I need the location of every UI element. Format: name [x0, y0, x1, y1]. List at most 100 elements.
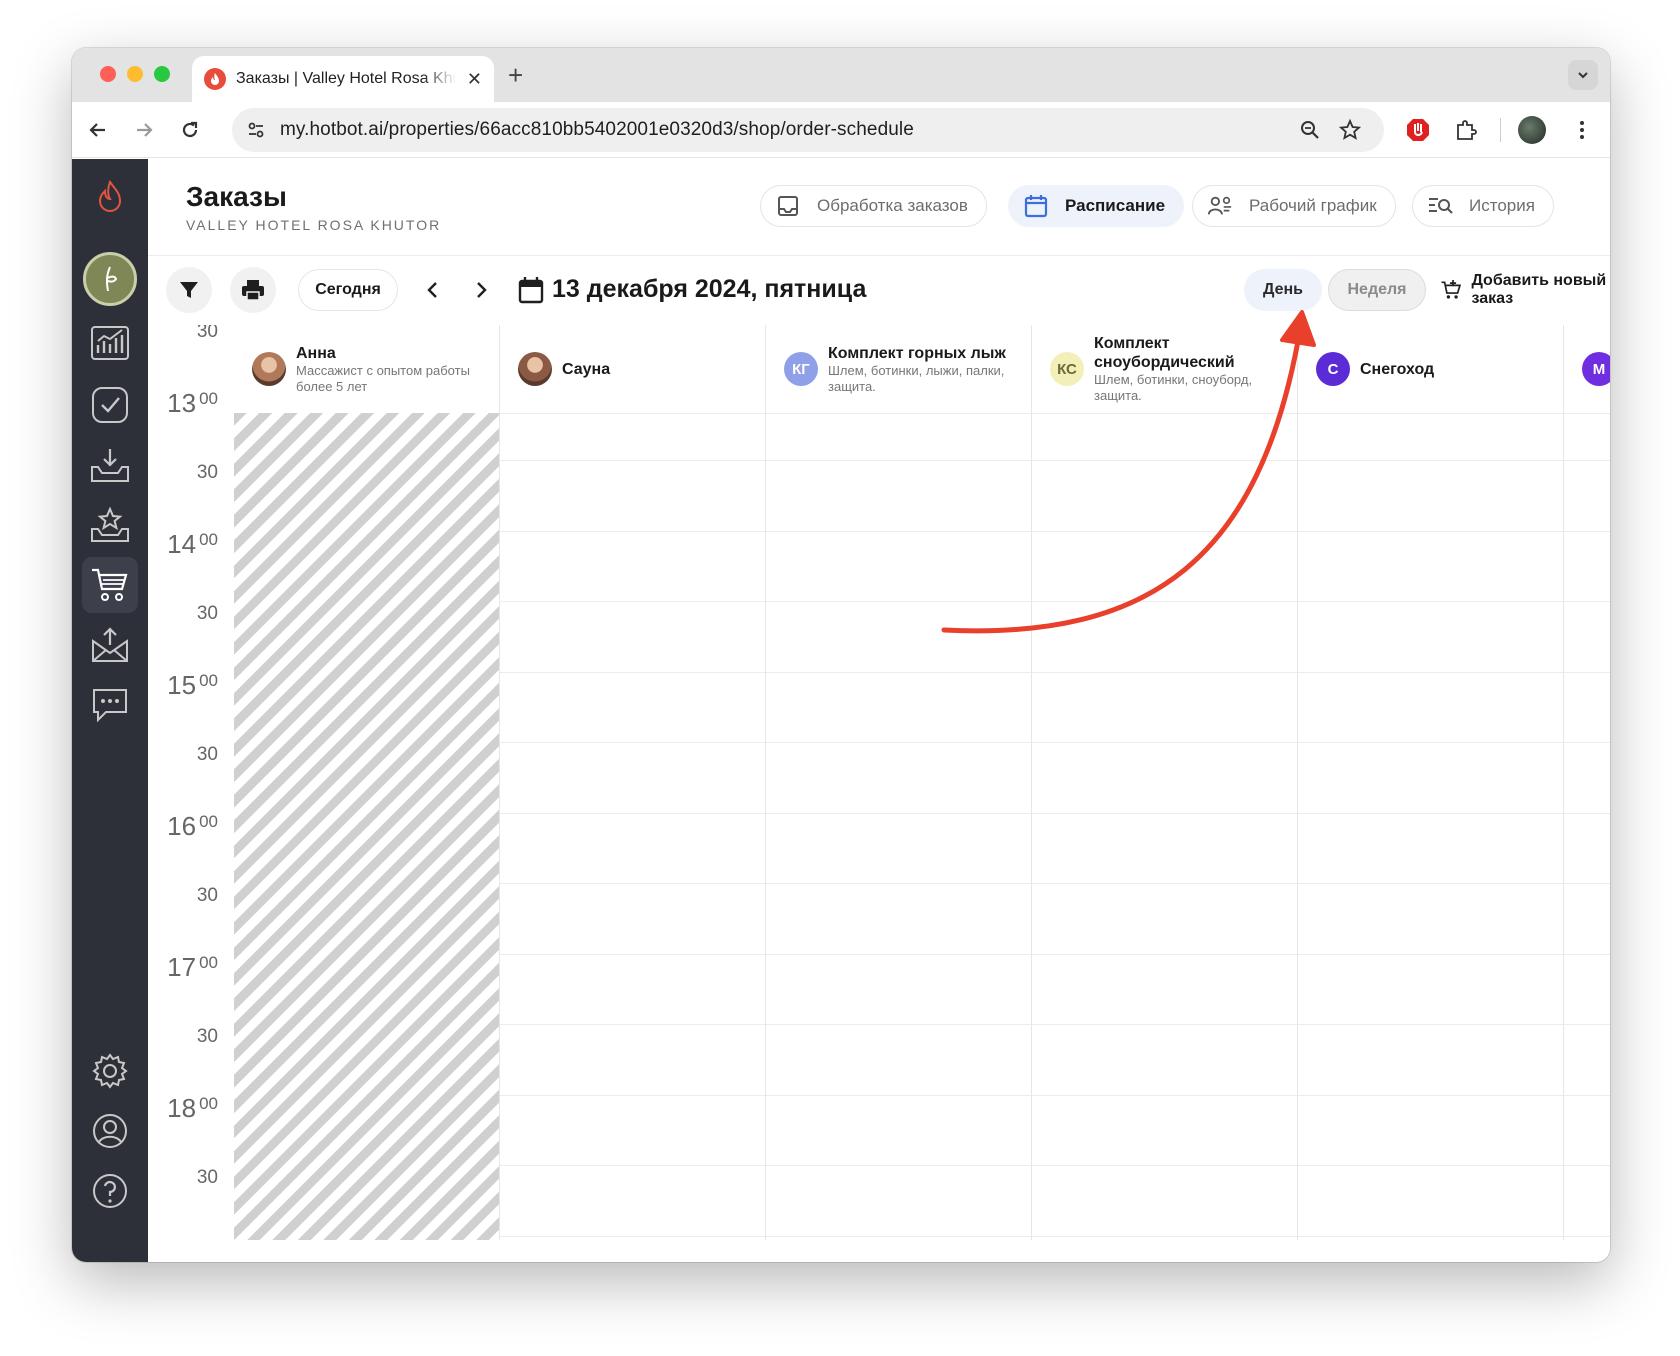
mail-upload-icon[interactable]: [82, 617, 138, 673]
resource-name: Сауна: [562, 360, 611, 378]
new-tab-plus-icon[interactable]: +: [508, 60, 523, 91]
resource-column[interactable]: Анна Массажист с опытом работы более 5 ле…: [234, 325, 500, 1240]
profile-avatar-icon[interactable]: [1516, 114, 1548, 146]
view-day-button[interactable]: День: [1244, 269, 1322, 311]
back-arrow-icon[interactable]: [82, 114, 114, 146]
analytics-icon[interactable]: [82, 315, 138, 371]
browser-toolbar: my.hotbot.ai/properties/66acc810bb540200…: [72, 102, 1610, 158]
minimize-window-button[interactable]: [127, 66, 143, 82]
property-avatar-icon[interactable]: [82, 251, 138, 307]
grid-line: [766, 413, 1031, 414]
tab-order-processing[interactable]: Обработка заказов: [760, 185, 987, 227]
resource-header[interactable]: Сауна: [500, 325, 765, 413]
time-minutes: 00: [199, 952, 218, 972]
time-label: 15 00: [148, 670, 218, 701]
reload-icon[interactable]: [174, 114, 206, 146]
grid-line: [500, 1024, 765, 1025]
time-label: 30: [196, 744, 218, 765]
grid-line: [1298, 1165, 1563, 1166]
bookmark-star-icon[interactable]: [1338, 118, 1362, 142]
browser-tabstrip: Заказы | Valley Hotel Rosa Khutor ✕ +: [72, 48, 1610, 102]
time-hour: 18: [167, 1092, 197, 1123]
adblock-extension-icon[interactable]: [1402, 114, 1434, 146]
resource-header[interactable]: КС Комплект сноубордический Шлем, ботинки,…: [1032, 325, 1297, 413]
grid-line: [1564, 1024, 1610, 1025]
address-bar[interactable]: my.hotbot.ai/properties/66acc810bb540200…: [232, 108, 1384, 152]
view-week-button[interactable]: Неделя: [1328, 269, 1426, 311]
grid-line: [1564, 1094, 1610, 1096]
resource-avatar: М: [1582, 352, 1610, 386]
grid-line: [766, 1235, 1031, 1237]
sidebar: [72, 159, 148, 1262]
resource-name: Анна: [296, 344, 336, 362]
resource-header[interactable]: КГ Комплект горных лыж Шлем, ботинки, лыжи…: [766, 325, 1031, 413]
tab-label: Обработка заказов: [817, 196, 968, 215]
tab-schedule[interactable]: Расписание: [1008, 185, 1185, 227]
today-button[interactable]: Сегодня: [298, 269, 398, 311]
prev-day-chevron-icon[interactable]: [418, 275, 448, 305]
grid-line: [1032, 1165, 1297, 1166]
date-picker-calendar-icon[interactable]: [516, 275, 546, 305]
grid-line: [766, 1094, 1031, 1096]
grid-line: [500, 460, 765, 461]
chat-icon[interactable]: [82, 677, 138, 733]
resource-header[interactable]: М: [1564, 325, 1610, 413]
flame-logo-icon[interactable]: [82, 169, 138, 225]
grid-line: [1564, 601, 1610, 602]
grid-line: [500, 742, 765, 743]
browser-tab-title: Заказы | Valley Hotel Rosa Khutor: [236, 70, 456, 87]
grid-line: [1032, 742, 1297, 743]
tab-work-schedule[interactable]: Рабочий график: [1192, 185, 1396, 227]
header-divider: [148, 255, 1610, 256]
resource-header[interactable]: С Снегоход: [1298, 325, 1563, 413]
toolbar-divider: [1500, 118, 1501, 142]
grid-line: [1298, 460, 1563, 461]
inbox-tray-icon: [775, 193, 801, 219]
next-day-chevron-icon[interactable]: [466, 275, 496, 305]
settings-gear-icon[interactable]: [82, 1043, 138, 1099]
tab-label: История: [1469, 196, 1535, 215]
time-hour: 17: [167, 951, 197, 982]
grid-line: [500, 1235, 765, 1237]
time-label: 16 00: [148, 811, 218, 842]
browser-menu-icon[interactable]: [1566, 114, 1598, 146]
maximize-window-button[interactable]: [154, 66, 170, 82]
resource-column[interactable]: КС Комплект сноубордический Шлем, ботинки,…: [1032, 325, 1298, 1240]
grid-line: [500, 953, 765, 955]
shop-cart-icon[interactable]: [82, 557, 138, 613]
help-icon[interactable]: [82, 1163, 138, 1219]
tab-search-chevron-icon[interactable]: [1568, 60, 1598, 90]
forward-arrow-icon[interactable]: [128, 114, 160, 146]
resource-column[interactable]: Сауна: [500, 325, 766, 1240]
resource-header[interactable]: Анна Массажист с опытом работы более 5 ле…: [234, 325, 499, 413]
tab-history[interactable]: История: [1412, 185, 1554, 227]
close-window-button[interactable]: [100, 66, 116, 82]
extensions-puzzle-icon[interactable]: [1450, 114, 1482, 146]
resource-column[interactable]: С Снегоход: [1298, 325, 1564, 1240]
user-profile-icon[interactable]: [82, 1103, 138, 1159]
tab-close-icon[interactable]: ✕: [467, 69, 482, 90]
grid-line: [1032, 530, 1297, 532]
browser-tab-active[interactable]: Заказы | Valley Hotel Rosa Khutor ✕: [192, 56, 494, 102]
resource-column[interactable]: КГ Комплект горных лыж Шлем, ботинки, лыжи…: [766, 325, 1032, 1240]
calendar-icon: [1023, 193, 1049, 219]
history-search-icon: [1427, 193, 1453, 219]
tasks-check-icon[interactable]: [82, 377, 138, 433]
site-settings-icon[interactable]: [244, 118, 268, 142]
add-new-order-button[interactable]: Добавить новый заказ: [1440, 272, 1610, 307]
time-label: 30: [196, 1026, 218, 1047]
reviews-star-icon[interactable]: [82, 497, 138, 553]
resource-column[interactable]: М: [1564, 325, 1610, 1240]
grid-line: [1032, 671, 1297, 673]
flame-favicon-icon: [204, 68, 226, 90]
filter-button[interactable]: [166, 267, 212, 313]
inbox-download-icon[interactable]: [82, 437, 138, 493]
zoom-icon[interactable]: [1298, 118, 1322, 142]
print-button[interactable]: [230, 267, 276, 313]
resource-description: Шлем, ботинки, сноуборд, защита.: [1094, 372, 1253, 403]
grid-line: [1298, 1094, 1563, 1096]
grid-line: [766, 460, 1031, 461]
time-label: 17 00: [148, 952, 218, 983]
current-date-label[interactable]: 13 декабря 2024, пятница: [552, 275, 866, 304]
grid-line: [1032, 883, 1297, 884]
